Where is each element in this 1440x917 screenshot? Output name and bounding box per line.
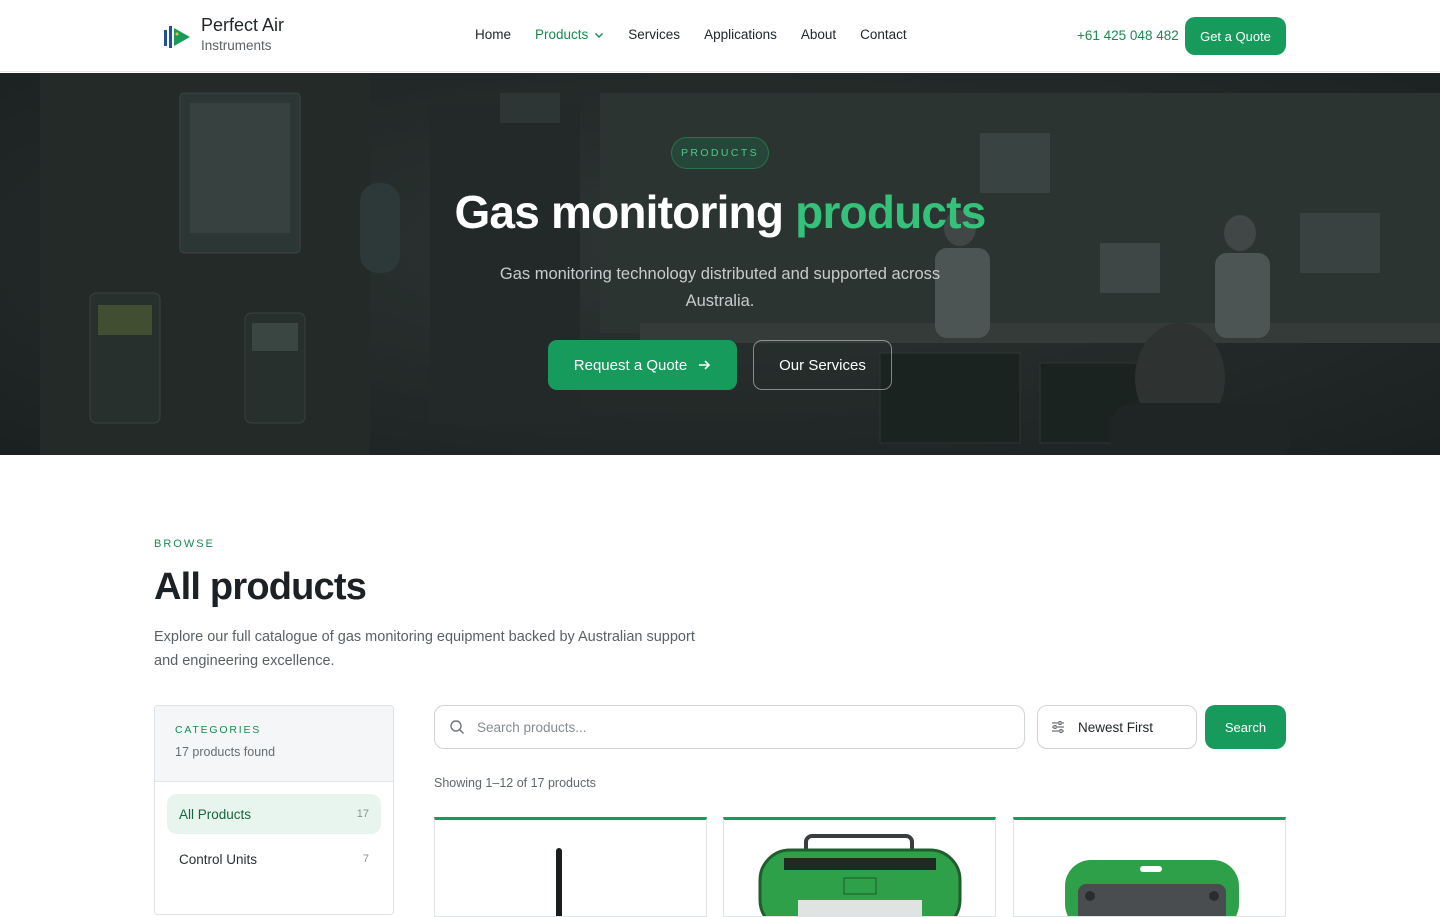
category-count: 7	[362, 853, 369, 865]
arrow-right-icon	[699, 360, 711, 370]
brand-logo[interactable]: Perfect Air Instruments	[163, 14, 284, 56]
product-image	[758, 834, 962, 916]
nav-products[interactable]: Products	[535, 27, 604, 42]
request-quote-button[interactable]: Request a Quote	[548, 340, 737, 390]
search-input[interactable]	[477, 719, 977, 735]
product-count: 17 products found	[175, 745, 276, 759]
product-image	[1065, 860, 1239, 916]
hero-description: Gas monitoring technology distributed an…	[499, 265, 941, 310]
hero-tag: PRODUCTS	[671, 137, 769, 169]
product-card[interactable]	[434, 817, 707, 917]
results-summary: Showing 1–12 of 17 products	[434, 776, 596, 790]
phone-link[interactable]: +61 425 048 482	[1077, 28, 1179, 43]
hero-title-main: Gas monitoring	[454, 186, 796, 238]
get-quote-button[interactable]: Get a Quote	[1185, 17, 1286, 55]
product-card[interactable]	[1013, 817, 1286, 917]
product-image	[556, 848, 562, 916]
categories-label: CATEGORIES	[175, 724, 262, 736]
category-label: Control Units	[179, 851, 258, 867]
search-button[interactable]: Search	[1205, 705, 1286, 749]
section-title: All products	[154, 566, 367, 608]
nav-home[interactable]: Home	[475, 27, 511, 42]
category-count: 17	[356, 808, 369, 820]
nav-contact[interactable]: Contact	[860, 27, 907, 42]
hero-title: Gas monitoring products	[0, 185, 1440, 239]
logo-icon	[163, 20, 191, 56]
sliders-icon	[1052, 721, 1064, 733]
brand-title: Perfect Air	[201, 15, 285, 35]
browse-eyebrow: BROWSE	[154, 538, 215, 550]
our-services-button[interactable]: Our Services	[753, 340, 892, 390]
category-sidebar: CATEGORIES 17 products found All Product…	[154, 705, 394, 915]
nav-products-label: Products	[535, 27, 589, 42]
category-all-products[interactable]: All Products 17	[167, 794, 381, 834]
nav-applications[interactable]: Applications	[704, 27, 777, 42]
category-label: All Products	[179, 806, 252, 822]
category-control-units[interactable]: Control Units 7	[167, 839, 381, 879]
main-nav: Home Products Services Applications Abou…	[475, 27, 907, 42]
chevron-down-icon	[595, 32, 604, 38]
sort-value: Newest First	[1078, 719, 1154, 735]
search-icon	[450, 720, 464, 734]
site-header: Perfect Air Instruments Home Products Se…	[0, 0, 1440, 72]
section-description: Explore our full catalogue of gas monito…	[154, 629, 695, 669]
brand-subtitle: Instruments	[201, 38, 272, 53]
nav-about[interactable]: About	[801, 27, 836, 42]
product-card[interactable]	[723, 817, 996, 917]
request-quote-label: Request a Quote	[573, 356, 688, 374]
hero-section: PRODUCTS Gas monitoring products Gas mon…	[0, 73, 1440, 455]
hero-title-accent: products	[795, 186, 986, 238]
sort-select[interactable]: Newest First	[1037, 705, 1197, 749]
nav-services[interactable]: Services	[628, 27, 680, 42]
sidebar-header: CATEGORIES 17 products found	[155, 706, 393, 782]
search-box	[434, 705, 1025, 749]
